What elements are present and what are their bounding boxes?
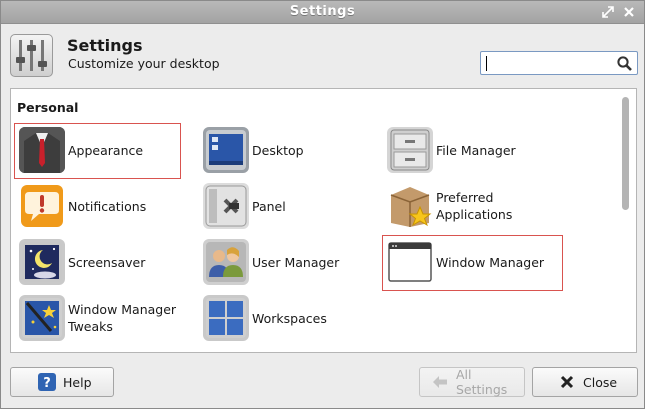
label-line: Appearance [68, 142, 144, 158]
settings-item-panel[interactable]: Panel [203, 182, 373, 232]
settings-item-preferred-applications[interactable]: Preferred Applications [387, 182, 567, 232]
all-settings-button[interactable]: All Settings [419, 367, 525, 397]
window-manager-tweaks-icon [19, 295, 65, 341]
settings-item-file-manager[interactable]: File Manager [387, 126, 567, 176]
item-label: Window Manager Tweaks [68, 294, 176, 342]
appearance-icon [19, 127, 65, 173]
label-line: Applications [436, 207, 513, 222]
settings-item-appearance[interactable]: Appearance [19, 126, 179, 176]
label-line: Desktop [252, 142, 304, 158]
panel-icon [203, 183, 249, 229]
label-line: Notifications [68, 198, 147, 214]
screensaver-icon [19, 239, 65, 285]
item-label: Screensaver [68, 238, 145, 286]
label-line: Workspaces [252, 310, 327, 326]
label-line: Window Manager [68, 302, 177, 317]
settings-window: Settings Settings Customize your desktop… [0, 0, 645, 409]
title-bar[interactable]: Settings [1, 1, 644, 24]
settings-item-desktop[interactable]: Desktop [203, 126, 373, 176]
close-x-icon [557, 372, 577, 392]
footer: ? Help All Settings Close [1, 361, 644, 409]
close-button[interactable]: Close [532, 367, 638, 397]
file-manager-icon [387, 127, 433, 173]
preferred-applications-icon [387, 183, 433, 229]
help-button[interactable]: ? Help [10, 367, 114, 397]
item-label: Preferred Applications [436, 182, 512, 230]
settings-item-screensaver[interactable]: Screensaver [19, 238, 179, 288]
item-label: Appearance [68, 126, 143, 174]
settings-list-panel: Personal Appearance Desktop File Manager… [10, 88, 637, 353]
user-manager-icon [203, 239, 249, 285]
item-label: Workspaces [252, 294, 327, 342]
settings-sliders-icon [10, 34, 53, 77]
label-line: Preferred [436, 190, 494, 205]
close-label: Close [583, 374, 618, 390]
settings-item-window-manager-tweaks[interactable]: Window Manager Tweaks [19, 294, 189, 344]
item-label: File Manager [436, 126, 516, 174]
svg-text:?: ? [43, 376, 51, 391]
item-label: Window Manager [436, 238, 544, 286]
page-title: Settings [67, 36, 143, 55]
scrollbar-thumb[interactable] [622, 97, 629, 210]
label-line: Window Manager [436, 254, 545, 270]
item-label: User Manager [252, 238, 339, 286]
settings-item-workspaces[interactable]: Workspaces [203, 294, 373, 344]
notifications-icon [19, 183, 65, 229]
settings-item-notifications[interactable]: Notifications [19, 182, 179, 232]
label-line: File Manager [436, 142, 516, 158]
label-line: User Manager [252, 254, 340, 270]
workspaces-icon [203, 295, 249, 341]
vertical-scrollbar[interactable] [622, 97, 630, 347]
header: Settings Customize your desktop [1, 24, 644, 87]
window-title: Settings [289, 4, 356, 19]
search-icon[interactable] [616, 55, 633, 72]
item-label: Panel [252, 182, 286, 230]
settings-item-window-manager[interactable]: Window Manager [387, 238, 567, 288]
text-cursor [486, 56, 487, 71]
label-line: Tweaks [68, 319, 113, 334]
window-manager-icon [387, 239, 433, 285]
help-icon: ? [37, 372, 57, 392]
search-input[interactable] [480, 51, 638, 75]
desktop-icon [203, 127, 249, 173]
all-settings-label: All Settings [456, 367, 508, 397]
label-line: Panel [252, 198, 286, 214]
close-icon[interactable] [621, 4, 637, 20]
maximize-icon[interactable] [600, 4, 616, 20]
settings-item-user-manager[interactable]: User Manager [203, 238, 373, 288]
item-label: Notifications [68, 182, 146, 230]
back-arrow-icon [430, 372, 450, 392]
page-subtitle: Customize your desktop [68, 56, 220, 71]
help-label: Help [63, 374, 92, 390]
item-label: Desktop [252, 126, 304, 174]
label-line: Screensaver [68, 254, 146, 270]
section-title: Personal [17, 100, 79, 115]
